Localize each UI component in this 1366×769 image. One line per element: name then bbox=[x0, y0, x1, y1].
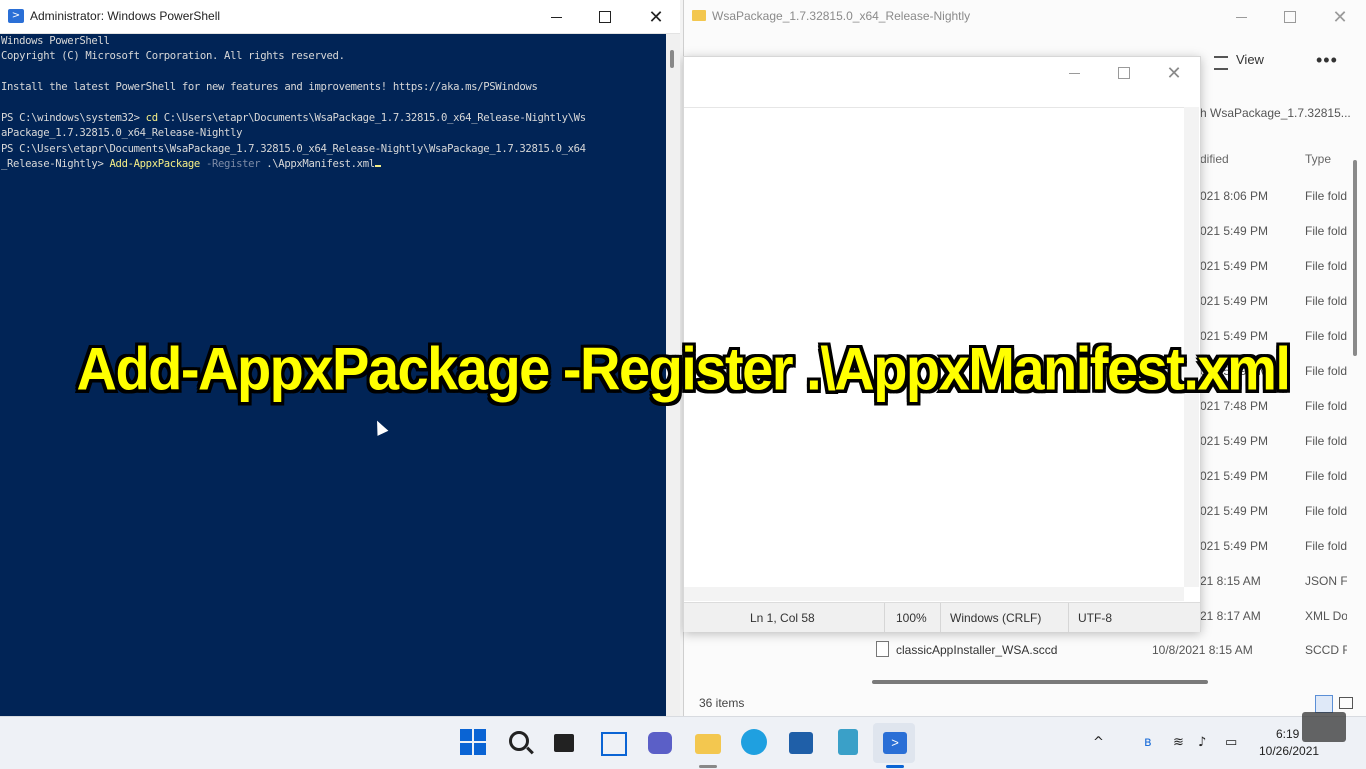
search-box[interactable]: h WsaPackage_1.7.32815... bbox=[1200, 106, 1351, 120]
wifi-icon[interactable]: ≋ bbox=[1173, 735, 1184, 750]
powershell-icon: > bbox=[883, 732, 907, 754]
file-type: File folder bbox=[1305, 469, 1347, 483]
search-icon[interactable] bbox=[509, 731, 529, 751]
window-title: Administrator: Windows PowerShell bbox=[30, 9, 221, 23]
vertical-scrollbar[interactable] bbox=[1353, 160, 1357, 356]
details-view-icon[interactable] bbox=[1315, 695, 1333, 713]
console-line: Copyright (C) Microsoft Corporation. All… bbox=[1, 50, 345, 63]
widgets-icon[interactable] bbox=[601, 732, 627, 756]
more-options-button[interactable]: ••• bbox=[1316, 50, 1338, 71]
notepad-minimize-button[interactable] bbox=[1052, 60, 1096, 86]
explorer-title: WsaPackage_1.7.32815.0_x64_Release-Night… bbox=[712, 9, 971, 23]
maximize-button[interactable] bbox=[583, 4, 627, 30]
console-line: Windows PowerShell bbox=[1, 35, 110, 47]
teams-chat-icon[interactable] bbox=[648, 732, 672, 754]
file-type: File folder bbox=[1305, 259, 1347, 273]
status-line-ending: Windows (CRLF) bbox=[950, 611, 1042, 625]
file-modified: 21 8:17 AM bbox=[1200, 609, 1261, 623]
explorer-close-button[interactable]: ✕ bbox=[1318, 4, 1362, 30]
file-modified: 021 5:49 PM bbox=[1200, 259, 1269, 273]
show-hidden-icons-icon[interactable]: ^ bbox=[1093, 735, 1104, 750]
status-zoom: 100% bbox=[896, 611, 927, 625]
item-count: 36 items bbox=[699, 696, 745, 710]
explorer-maximize-button[interactable] bbox=[1268, 4, 1312, 30]
taskbar: > ^ ʙ ≋ ♪ ▭ 6:19 10/26/2021 bbox=[0, 716, 1366, 769]
column-header-type[interactable]: Type bbox=[1305, 152, 1331, 166]
notepad-status-bar: Ln 1, Col 58 100% Windows (CRLF) UTF-8 bbox=[684, 602, 1200, 632]
folder-icon bbox=[692, 10, 706, 21]
file-type: JSON File bbox=[1305, 574, 1347, 588]
clock-time[interactable]: 6:19 bbox=[1276, 727, 1299, 741]
task-view-icon[interactable] bbox=[554, 734, 574, 752]
explorer-minimize-button[interactable] bbox=[1219, 4, 1263, 30]
file-type: File folder bbox=[1305, 189, 1347, 203]
view-menu-button[interactable]: View bbox=[1236, 52, 1264, 67]
file-modified: 021 5:49 PM bbox=[1200, 469, 1269, 483]
caption-overlay: Add-AppxPackage -Register .\AppxManifest… bbox=[76, 334, 1291, 403]
tiles-view-icon[interactable] bbox=[1339, 697, 1353, 709]
minimize-button[interactable] bbox=[534, 4, 578, 30]
clock-date[interactable]: 10/26/2021 bbox=[1259, 744, 1319, 758]
powershell-icon: > bbox=[8, 9, 24, 23]
file-modified: 21 8:15 AM bbox=[1200, 574, 1261, 588]
console-line: PS C:\windows\system32> cd C:\Users\etap… bbox=[1, 112, 586, 125]
file-type: SCCD File bbox=[1305, 643, 1347, 657]
store-icon[interactable] bbox=[789, 732, 813, 754]
console-output[interactable]: Windows PowerShell Copyright (C) Microsof… bbox=[1, 34, 665, 173]
notepad-horizontal-scrollbar[interactable] bbox=[684, 587, 1184, 601]
horizontal-scrollbar[interactable] bbox=[872, 680, 1208, 684]
volume-icon[interactable]: ♪ bbox=[1198, 735, 1206, 750]
file-type: File folder bbox=[1305, 504, 1347, 518]
status-position: Ln 1, Col 58 bbox=[750, 611, 815, 625]
column-header-modified[interactable]: dified bbox=[1200, 152, 1229, 166]
file-modified: 021 5:49 PM bbox=[1200, 434, 1269, 448]
powershell-titlebar[interactable]: > Administrator: Windows PowerShell ✕ bbox=[0, 0, 680, 34]
view-icon bbox=[1214, 56, 1228, 70]
edge-icon[interactable] bbox=[741, 729, 767, 755]
file-type: File folder bbox=[1305, 539, 1347, 553]
notepad-maximize-button[interactable] bbox=[1102, 60, 1146, 86]
file-modified: 021 5:49 PM bbox=[1200, 224, 1269, 238]
bluetooth-icon[interactable]: ʙ bbox=[1144, 735, 1152, 750]
file-type: File folder bbox=[1305, 294, 1347, 308]
file-modified: 021 5:49 PM bbox=[1200, 504, 1269, 518]
file-explorer-icon[interactable] bbox=[695, 734, 721, 754]
console-line: PS C:\Users\etapr\Documents\WsaPackage_1… bbox=[1, 142, 586, 155]
console-line: Install the latest PowerShell for new fe… bbox=[1, 81, 538, 94]
start-button[interactable] bbox=[460, 729, 486, 755]
status-encoding: UTF-8 bbox=[1078, 611, 1112, 625]
file-modified: 021 8:06 PM bbox=[1200, 189, 1269, 203]
file-modified: 021 5:49 PM bbox=[1200, 294, 1269, 308]
file-name[interactable]: classicAppInstaller_WSA.sccd bbox=[896, 643, 1057, 657]
notepad-icon[interactable] bbox=[838, 729, 858, 755]
text-cursor bbox=[374, 165, 381, 168]
file-type: File folder bbox=[1305, 224, 1347, 238]
console-line: aPackage_1.7.32815.0_x64_Release-Nightly bbox=[1, 127, 243, 140]
battery-icon[interactable]: ▭ bbox=[1225, 735, 1237, 750]
console-line: _Release-Nightly> Add-AppxPackage -Regis… bbox=[1, 157, 665, 172]
file-type: File folder bbox=[1305, 434, 1347, 448]
close-button[interactable]: ✕ bbox=[634, 4, 678, 30]
channel-logo bbox=[1302, 712, 1346, 742]
notepad-close-button[interactable]: ✕ bbox=[1152, 60, 1196, 86]
file-modified: 10/8/2021 8:15 AM bbox=[1152, 643, 1253, 657]
file-icon bbox=[876, 641, 889, 657]
file-type: XML Document bbox=[1305, 609, 1347, 623]
file-modified: 021 5:49 PM bbox=[1200, 539, 1269, 553]
